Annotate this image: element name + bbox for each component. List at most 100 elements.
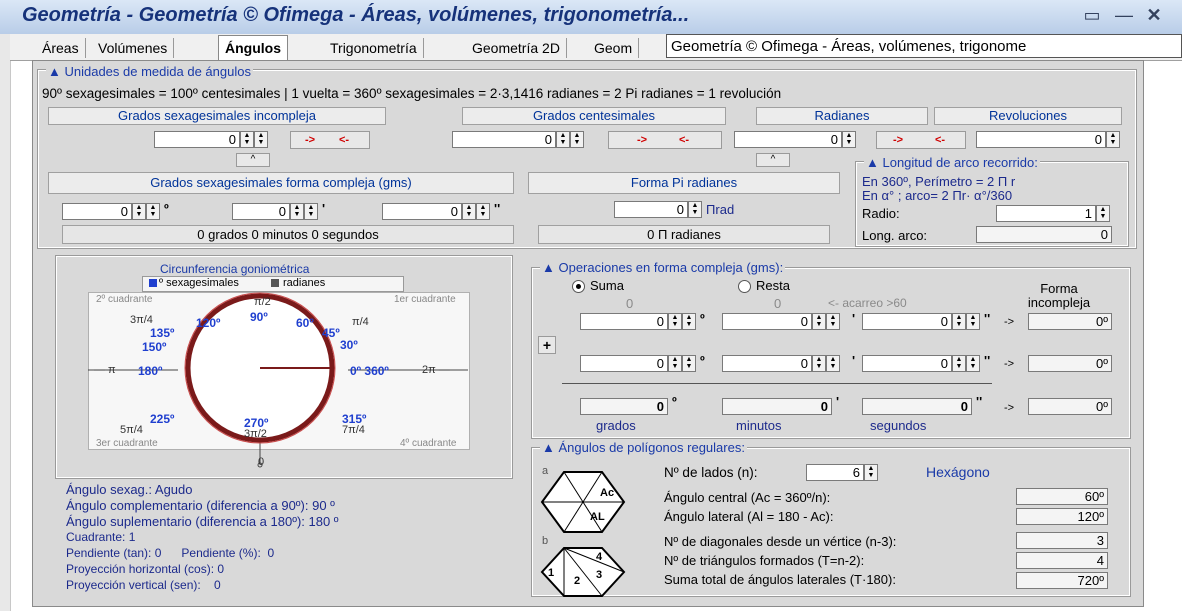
sexag-convert-button[interactable]: -> <- [290,131,370,149]
pi-input[interactable]: 0 [614,201,688,218]
op-total-min: 0 [722,398,832,415]
col-minutos: minutos [736,418,782,433]
tri-3: 3 [596,569,602,581]
radio-input[interactable]: 1 [996,205,1096,222]
op1-sec-spin[interactable]: ▲ ▼ [952,313,966,330]
op1-min-spin-2[interactable]: ▲ ▼ [826,313,840,330]
arrow-left-label: <- [339,134,350,146]
op2-min-sym: ' [852,353,856,368]
op2-min-spin-2[interactable]: ▲ ▼ [826,355,840,372]
op1-min-input[interactable]: 0 [722,313,812,330]
sexag-swatch [149,279,157,287]
op1-deg-spin-2[interactable]: ▲ ▼ [682,313,696,330]
tab-angulos[interactable]: Ángulos [218,35,288,60]
rad-input[interactable]: 0 [734,131,842,148]
rad-spin[interactable]: ▲ ▼ [842,131,856,148]
tab-trigonometria[interactable]: Trigonometría [324,38,424,58]
op1-deg-input[interactable]: 0 [580,313,668,330]
complex-sec-spin-2[interactable]: ▲ ▼ [476,203,490,220]
suma-radio[interactable] [572,280,585,293]
deg-270: 270º [244,416,269,430]
legend-sexag: º sexagesimales [159,277,239,289]
complex-sec-input[interactable]: 0 [382,203,462,220]
complex-min-spin[interactable]: ▲ ▼ [290,203,304,220]
header-centesimal: Grados centesimales [462,107,726,125]
complex-deg-input[interactable]: 0 [62,203,132,220]
rev-input[interactable]: 0 [976,131,1106,148]
info-quadrant: Cuadrante: 1 [66,530,136,544]
pi-unit: Πrad [706,202,735,217]
radio-label: Radio: [862,206,900,221]
rad-convert-button[interactable]: -> <- [876,131,966,149]
ops-legend[interactable]: ▲ Operaciones en forma compleja (gms): [540,260,786,275]
sexag-spin-up[interactable]: ▲ ▼ [240,131,254,148]
suma-label[interactable]: Suma [590,278,624,293]
info-complementary: Ángulo complementario (diferencia a 90º)… [66,498,335,513]
deg-315: 315º [342,412,367,426]
units-legend[interactable]: ▲ Unidades de medida de ángulos [46,64,253,79]
long-arco-label: Long. arco: [862,228,928,243]
cent-spin-2[interactable]: ▲ ▼ [570,131,584,148]
op2-min-spin[interactable]: ▲ ▼ [812,355,826,372]
rad-pi-4: π/4 [352,316,369,328]
op-total-result: 0º [1028,398,1112,415]
op2-deg-spin-2[interactable]: ▲ ▼ [682,355,696,372]
tab-geom[interactable]: Geom [588,38,640,58]
op2-sec-input[interactable]: 0 [862,355,952,372]
op2-sec-spin-2[interactable]: ▲ ▼ [966,355,980,372]
sexag-spin-down[interactable]: ▲ ▼ [254,131,268,148]
op1-sec-input[interactable]: 0 [862,313,952,330]
tab-geometria-2d[interactable]: Geometría 2D [466,38,567,58]
expand-rad-button[interactable]: ^ [756,153,790,167]
lados-input[interactable]: 6 [806,464,864,481]
title-bar: Geometría - Geometría © Ofimega - Áreas,… [0,0,1182,35]
cent-input[interactable]: 0 [452,131,556,148]
add-operation-button[interactable]: + [538,336,556,354]
op-total-sec-sym: '' [976,394,983,409]
rad-pi: — π [94,364,116,376]
tooltip: Geometría © Ofimega - Áreas, volúmenes, … [666,34,1182,58]
sexag-input[interactable]: 0 [154,131,240,148]
complex-min-input[interactable]: 0 [232,203,290,220]
quadrant-2: 2º cuadrante [96,294,153,305]
op2-sec-sym: '' [984,353,991,368]
poly-legend[interactable]: ▲ Ángulos de polígonos regulares: [540,440,747,455]
close-icon[interactable]: ✕ [1142,6,1166,24]
complex-min-spin-2[interactable]: ▲ ▼ [304,203,318,220]
tab-areas[interactable]: Áreas [36,38,86,58]
info-supplementary: Ángulo suplementario (diferencia a 180º)… [66,514,339,529]
arc-legend[interactable]: ▲ Longitud de arco recorrido: [864,155,1040,170]
resta-radio[interactable] [738,280,751,293]
op2-result: 0º [1028,355,1112,372]
tab-volumenes[interactable]: Volúmenes [92,38,175,58]
op1-deg-spin[interactable]: ▲ ▼ [668,313,682,330]
complex-sec-spin[interactable]: ▲ ▼ [462,203,476,220]
cent-convert-button[interactable]: -> <- [608,131,722,149]
rev-spin[interactable]: ▲ ▼ [1106,131,1120,148]
sum-label: Suma total de ángulos laterales (T·180): [664,572,896,587]
radio-spin[interactable]: ▲ ▼ [1096,205,1110,222]
pi-spin[interactable]: ▲ ▼ [688,201,702,218]
resta-label[interactable]: Resta [756,278,790,293]
complex-summary: 0 grados 0 minutos 0 segundos [62,225,514,244]
complex-deg-spin-2[interactable]: ▲ ▼ [146,203,160,220]
op2-deg-spin[interactable]: ▲ ▼ [668,355,682,372]
op-total-deg: 0 [580,398,668,415]
expand-sexag-button[interactable]: ^ [236,153,270,167]
op2-min-input[interactable]: 0 [722,355,812,372]
min-symbol: ' [322,201,326,216]
op2-sec-spin[interactable]: ▲ ▼ [952,355,966,372]
op2-arrow: -> [1004,358,1015,370]
deg-60: 60º [296,316,314,330]
op1-min-spin[interactable]: ▲ ▼ [812,313,826,330]
restore-icon[interactable]: ▭ [1080,6,1104,24]
central-label: Ángulo central (Ac = 360º/n): [664,490,831,505]
lados-spin[interactable]: ▲ ▼ [864,464,878,481]
op2-deg-input[interactable]: 0 [580,355,668,372]
arrow-right-label: -> [893,134,904,146]
cent-spin[interactable]: ▲ ▼ [556,131,570,148]
op1-sec-spin-2[interactable]: ▲ ▼ [966,313,980,330]
complex-deg-spin[interactable]: ▲ ▼ [132,203,146,220]
minimize-icon[interactable]: — [1112,6,1136,24]
arrow-left-label: <- [679,134,690,146]
